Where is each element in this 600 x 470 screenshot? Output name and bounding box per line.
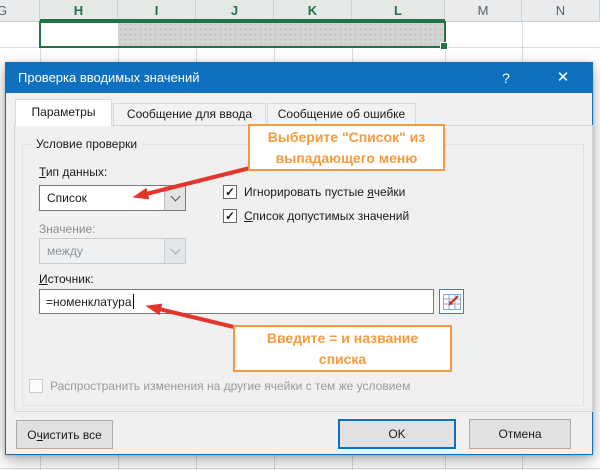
data-range-dropdown: между xyxy=(39,238,186,264)
selection-range-border xyxy=(39,21,446,48)
in-cell-dropdown-label: Список допустимых значений xyxy=(244,209,410,223)
ignore-blank-checkrow: ✓ Игнорировать пустые ячейки xyxy=(223,185,405,199)
source-label: Источник: xyxy=(39,272,94,286)
callout-select-list: Выберите "Список" из выпадающего меню xyxy=(248,124,445,171)
callout-line: Выберите "Список" из xyxy=(267,128,426,145)
callout-enter-name: Введите = и название списка xyxy=(233,325,452,372)
tab-error-alert[interactable]: Сообщение об ошибке xyxy=(267,103,416,125)
ignore-blank-checkbox[interactable]: ✓ xyxy=(223,185,237,199)
close-icon[interactable]: ✕ xyxy=(541,63,585,93)
data-range-value: между xyxy=(47,244,83,258)
data-type-dropdown[interactable]: Список xyxy=(39,185,186,211)
column-header-g[interactable]: G xyxy=(0,0,40,22)
apply-all-checkrow: Распространить изменения на другие ячейк… xyxy=(29,379,410,393)
text-caret xyxy=(132,294,134,309)
callout-line: списка xyxy=(318,350,367,367)
data-type-label: Тип данных: xyxy=(39,165,108,179)
groupbox-label: Условие проверки xyxy=(31,137,143,151)
tab-input-message[interactable]: Сообщение для ввода xyxy=(113,103,266,125)
data-range-label: Значение: xyxy=(39,222,96,236)
source-input[interactable]: =номенклатура xyxy=(39,289,434,314)
tab-settings[interactable]: Параметры xyxy=(15,99,112,126)
collapse-dialog-button[interactable] xyxy=(439,289,464,314)
callout-line: Введите = и название xyxy=(266,329,419,346)
ignore-blank-label: Игнорировать пустые ячейки xyxy=(244,185,406,199)
source-value: =номенклатура xyxy=(46,294,132,309)
column-header-m[interactable]: M xyxy=(445,0,522,22)
data-type-value: Список xyxy=(47,191,87,205)
gridline xyxy=(0,468,600,469)
chevron-down-icon[interactable] xyxy=(164,186,185,210)
data-validation-dialog: Проверка вводимых значений ? ✕ Параметры… xyxy=(5,62,593,455)
callout-line: выпадающего меню xyxy=(275,149,418,166)
ok-button[interactable]: OK xyxy=(338,419,456,449)
apply-all-checkbox xyxy=(29,379,43,393)
apply-all-label: Распространить изменения на другие ячейк… xyxy=(50,379,411,393)
help-button[interactable]: ? xyxy=(488,63,524,93)
dialog-title: Проверка вводимых значений xyxy=(18,70,200,85)
cancel-button[interactable]: Отмена xyxy=(469,419,571,449)
chevron-down-icon xyxy=(164,239,185,263)
column-header-n[interactable]: N xyxy=(522,0,600,22)
in-cell-dropdown-checkrow: ✓ Список допустимых значений xyxy=(223,209,409,223)
fill-handle[interactable] xyxy=(440,42,448,50)
in-cell-dropdown-checkbox[interactable]: ✓ xyxy=(223,209,237,223)
clear-all-button[interactable]: Очистить все xyxy=(16,420,113,449)
range-selector-icon xyxy=(442,293,461,310)
dialog-titlebar: Проверка вводимых значений ? ✕ xyxy=(6,63,592,93)
